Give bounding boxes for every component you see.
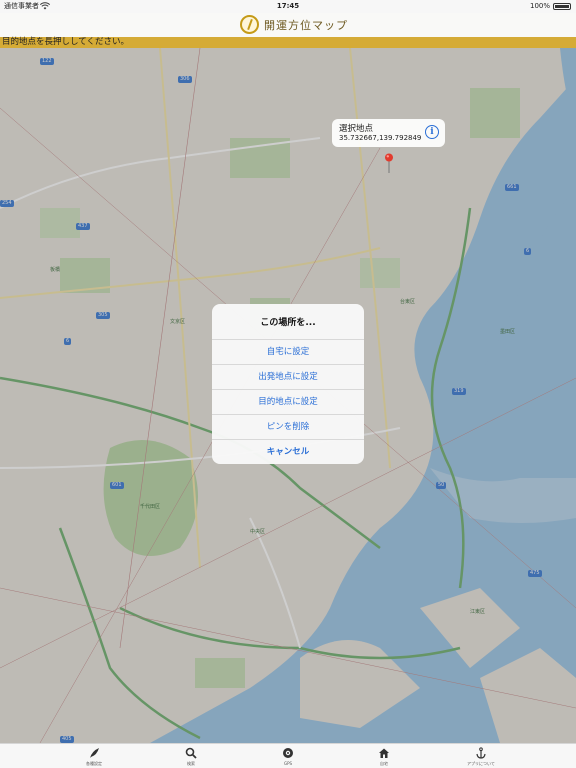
selected-location-callout[interactable]: 選択地点 35.732667,139.792849 i [332, 119, 445, 147]
set-home-button[interactable]: 自宅に設定 [212, 339, 364, 364]
tab-label: アプリについて [467, 761, 495, 766]
set-departure-button[interactable]: 出発地点に設定 [212, 364, 364, 389]
clock: 17:45 [276, 2, 300, 10]
battery-percentage: 100% [529, 2, 550, 10]
tab-label: GPS [283, 761, 293, 766]
gps-icon [283, 748, 293, 758]
callout-coordinates: 35.732667,139.792849 [339, 134, 422, 142]
set-destination-button[interactable]: 目的地点に設定 [212, 389, 364, 414]
tab-label: 自宅 [380, 761, 388, 766]
search-icon [185, 747, 197, 759]
location-action-dialog: この場所を... 自宅に設定 出発地点に設定 目的地点に設定 ピンを削除 キャン… [212, 304, 364, 464]
app-title: 開運方位マップ [264, 19, 348, 32]
delete-pin-button[interactable]: ピンを削除 [212, 414, 364, 439]
tab-settings[interactable]: 各種設定 [64, 744, 124, 768]
dialog-title: この場所を... [260, 318, 316, 328]
info-icon[interactable]: i [425, 125, 439, 139]
tab-label: 各種設定 [86, 761, 102, 766]
home-icon [379, 748, 389, 758]
compass-logo-icon [240, 15, 259, 34]
battery-icon [553, 3, 571, 10]
tab-home[interactable]: 自宅 [354, 744, 414, 768]
navigation-bar: 開運方位マップ [0, 13, 576, 37]
cancel-button[interactable]: キャンセル [212, 439, 364, 464]
status-bar: 通信事業者 17:45 100% [0, 0, 576, 13]
map-pin-icon[interactable] [384, 153, 394, 173]
callout-title: 選択地点 [339, 124, 374, 134]
tab-gps[interactable]: GPS [258, 744, 318, 768]
tab-about[interactable]: アプリについて [451, 744, 511, 768]
anchor-icon [476, 747, 486, 759]
tab-bar: 各種設定 検索 GPS 自宅 アプリについて [0, 743, 576, 768]
feather-icon [90, 748, 99, 758]
tab-search[interactable]: 検索 [161, 744, 221, 768]
tab-label: 検索 [187, 761, 195, 766]
instruction-banner: 目的地点を長押ししてください。 [0, 37, 576, 48]
